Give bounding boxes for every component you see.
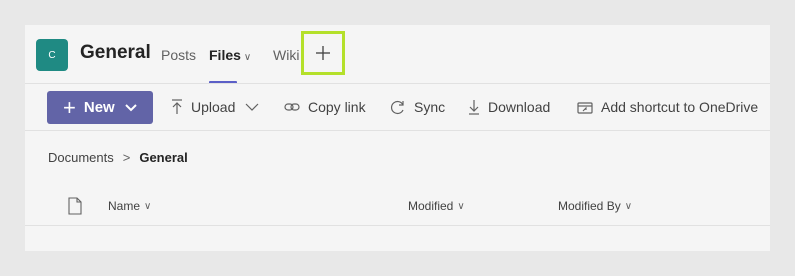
team-avatar[interactable]: C [36, 39, 68, 71]
tab-posts[interactable]: Posts [161, 47, 196, 63]
upload-button[interactable]: Upload [171, 99, 259, 115]
plus-icon [316, 46, 330, 60]
chevron-down-icon [245, 103, 259, 111]
sync-label: Sync [414, 99, 446, 115]
column-name[interactable]: Name ∨ [108, 199, 151, 213]
download-label: Download [488, 99, 551, 115]
column-modified-by[interactable]: Modified By ∨ [558, 199, 632, 213]
files-panel: C General Posts Files ∨ Wiki + New Uploa… [25, 25, 770, 251]
sync-icon [390, 100, 404, 115]
header-divider [25, 83, 770, 84]
column-name-label: Name [108, 199, 141, 213]
new-button[interactable]: + New [47, 91, 153, 124]
column-modified-label: Modified [408, 199, 454, 213]
add-shortcut-button[interactable]: Add shortcut to OneDrive [577, 99, 758, 115]
upload-icon [172, 99, 182, 114]
channel-header: C General Posts Files ∨ Wiki [25, 25, 770, 84]
tab-posts-label: Posts [161, 47, 197, 63]
download-button[interactable]: Download [468, 99, 550, 115]
files-toolbar: + New Upload Copy link Sync Download Add… [25, 87, 770, 127]
breadcrumb-current: General [139, 150, 188, 165]
toolbar-divider [25, 130, 770, 131]
breadcrumb: Documents > General [48, 150, 188, 165]
chevron-right-icon: > [122, 150, 131, 165]
sync-button[interactable]: Sync [390, 99, 445, 115]
column-modified-by-label: Modified By [558, 199, 621, 213]
tab-wiki[interactable]: Wiki [273, 47, 299, 63]
copy-link-label: Copy link [308, 99, 366, 115]
add-shortcut-label: Add shortcut to OneDrive [601, 99, 759, 115]
channel-title: General [80, 42, 151, 63]
link-icon [284, 103, 300, 111]
chevron-down-icon: ∨ [144, 200, 152, 212]
column-modified[interactable]: Modified ∨ [408, 199, 465, 213]
tab-files[interactable]: Files ∨ [209, 47, 251, 63]
add-tab-button[interactable] [301, 31, 345, 75]
table-header: Name ∨ Modified ∨ Modified By ∨ [25, 195, 770, 227]
chevron-down-icon: ∨ [624, 200, 633, 212]
file-type-icon [68, 197, 82, 215]
new-button-label: New [83, 99, 115, 116]
copy-link-button[interactable]: Copy link [284, 99, 366, 115]
download-icon [469, 100, 479, 115]
onedrive-shortcut-icon [577, 102, 593, 114]
chevron-down-icon [124, 103, 137, 111]
breadcrumb-documents[interactable]: Documents [48, 150, 114, 165]
team-initial: C [48, 49, 56, 61]
tab-wiki-label: Wiki [273, 47, 300, 63]
upload-label: Upload [191, 99, 236, 115]
chevron-down-icon: ∨ [457, 200, 465, 212]
tab-files-label: Files [209, 47, 241, 63]
chevron-down-icon: ∨ [243, 52, 252, 63]
table-header-divider [25, 225, 770, 226]
plus-icon: + [63, 94, 76, 120]
